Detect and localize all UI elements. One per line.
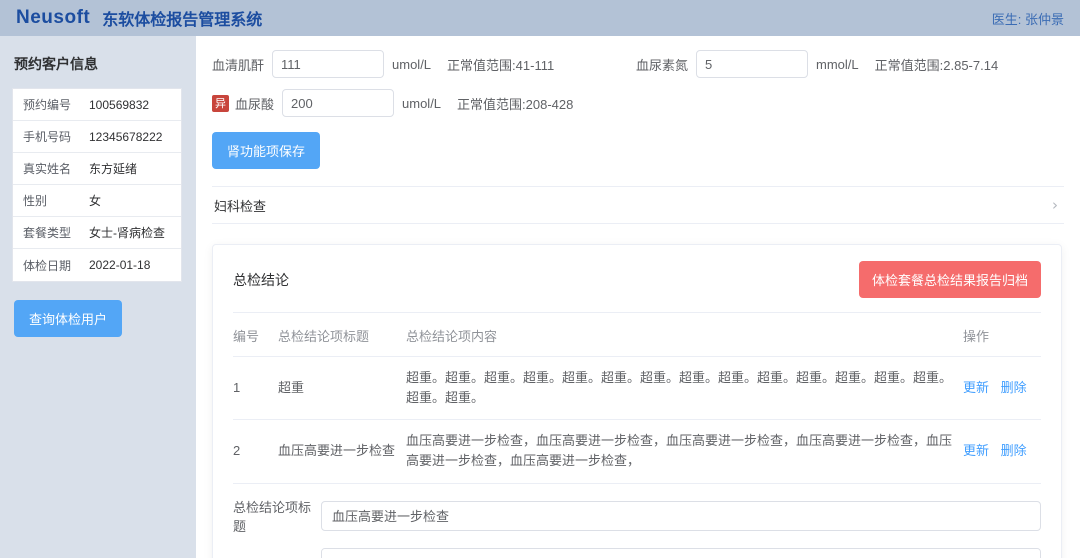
- cell-title: 超重: [278, 357, 406, 420]
- doctor-label: 医生: 张仲景: [992, 9, 1064, 28]
- field-label: 血清肌酐: [212, 55, 264, 74]
- conclusion-panel-title: 总检结论: [233, 270, 289, 290]
- info-row-package: 套餐类型 女士-肾病检查: [13, 217, 181, 249]
- page-layout: 预约客户信息 预约编号 100569832 手机号码 12345678222 真…: [0, 36, 1080, 558]
- archive-report-button[interactable]: 体检套餐总检结果报告归档: [859, 261, 1041, 298]
- brand-logo: Neusoft: [16, 7, 90, 29]
- cell-actions: 更新 删除: [963, 420, 1041, 483]
- conclusion-content-form-row: 总检结论项内容 血压高要进一步检查，血压高要进一步检查，血压高要进一步检查，血压…: [233, 548, 1041, 558]
- column-header-no: 编号: [233, 313, 278, 357]
- conclusion-content-textarea[interactable]: 血压高要进一步检查，血压高要进一步检查，血压高要进一步检查，血压高要进一步检查，…: [321, 548, 1041, 558]
- conclusion-table-header-row: 编号 总检结论项标题 总检结论项内容 操作: [233, 313, 1041, 357]
- info-row-booking-no: 预约编号 100569832: [13, 89, 181, 121]
- field-label: 血尿素氮: [636, 55, 688, 74]
- kidney-field-row-2: 异 血尿酸 umol/L 正常值范围:208-428: [212, 89, 1064, 117]
- conclusion-panel-header: 总检结论 体检套餐总检结果报告归档: [233, 261, 1041, 313]
- info-row-name: 真实姓名 东方延绪: [13, 153, 181, 185]
- kidney-field-row-1: 血清肌酐 umol/L 正常值范围:41-111 血尿素氮 mmol/L 正常值…: [212, 50, 1064, 78]
- update-link[interactable]: 更新: [963, 380, 989, 395]
- gynecology-section-title: 妇科检查: [214, 196, 266, 215]
- info-label: 体检日期: [23, 257, 89, 274]
- info-label: 预约编号: [23, 96, 89, 113]
- app-title: 东软体检报告管理系统: [102, 6, 262, 30]
- delete-link[interactable]: 删除: [1001, 380, 1027, 395]
- info-value: 100569832: [89, 98, 149, 112]
- info-row-gender: 性别 女: [13, 185, 181, 217]
- info-value: 女士-肾病检查: [89, 224, 165, 241]
- cell-title: 血压高要进一步检查: [278, 420, 406, 483]
- field-normal-range: 正常值范围:208-428: [457, 94, 573, 113]
- conclusion-table: 编号 总检结论项标题 总检结论项内容 操作 1 超重 超重。超重。超重。超重。超…: [233, 313, 1041, 484]
- conclusion-title-label: 总检结论项标题: [233, 497, 321, 535]
- info-value: 2022-01-18: [89, 258, 150, 272]
- field-unit: mmol/L: [816, 57, 859, 72]
- field-blood-uric-acid: 异 血尿酸 umol/L 正常值范围:208-428: [212, 89, 573, 117]
- column-header-actions: 操作: [963, 313, 1041, 357]
- cell-content: 血压高要进一步检查，血压高要进一步检查，血压高要进一步检查，血压高要进一步检查，…: [406, 420, 963, 483]
- field-blood-urea-nitrogen: 血尿素氮 mmol/L 正常值范围:2.85-7.14: [636, 50, 998, 78]
- info-row-phone: 手机号码 12345678222: [13, 121, 181, 153]
- info-row-exam-date: 体检日期 2022-01-18: [13, 249, 181, 281]
- field-label: 血尿酸: [235, 94, 274, 113]
- abnormal-badge-icon: 异: [212, 95, 229, 112]
- info-label: 真实姓名: [23, 160, 89, 177]
- field-unit: umol/L: [392, 57, 431, 72]
- conclusion-content-label: 总检结论项内容: [233, 548, 321, 558]
- info-value: 女: [89, 192, 101, 209]
- cell-content: 超重。超重。超重。超重。超重。超重。超重。超重。超重。超重。超重。超重。超重。超…: [406, 357, 963, 420]
- info-label: 套餐类型: [23, 224, 89, 241]
- delete-link[interactable]: 删除: [1001, 443, 1027, 458]
- customer-info-table: 预约编号 100569832 手机号码 12345678222 真实姓名 东方延…: [12, 88, 182, 282]
- cell-no: 2: [233, 420, 278, 483]
- field-serum-creatinine: 血清肌酐 umol/L 正常值范围:41-111: [212, 50, 636, 78]
- info-label: 性别: [23, 192, 89, 209]
- column-header-content: 总检结论项内容: [406, 313, 963, 357]
- query-exam-user-button[interactable]: 查询体检用户: [14, 300, 122, 337]
- blood-uric-acid-input[interactable]: [282, 89, 394, 117]
- serum-creatinine-input[interactable]: [272, 50, 384, 78]
- table-row: 2 血压高要进一步检查 血压高要进一步检查，血压高要进一步检查，血压高要进一步检…: [233, 420, 1041, 483]
- table-row: 1 超重 超重。超重。超重。超重。超重。超重。超重。超重。超重。超重。超重。超重…: [233, 357, 1041, 420]
- cell-no: 1: [233, 357, 278, 420]
- info-value: 东方延绪: [89, 160, 137, 177]
- chevron-right-icon: ›: [1052, 196, 1058, 214]
- blood-urea-nitrogen-input[interactable]: [696, 50, 808, 78]
- field-normal-range: 正常值范围:41-111: [447, 55, 554, 74]
- update-link[interactable]: 更新: [963, 443, 989, 458]
- info-label: 手机号码: [23, 128, 89, 145]
- field-normal-range: 正常值范围:2.85-7.14: [875, 55, 999, 74]
- main-content: 血清肌酐 umol/L 正常值范围:41-111 血尿素氮 mmol/L 正常值…: [196, 36, 1080, 558]
- sidebar: 预约客户信息 预约编号 100569832 手机号码 12345678222 真…: [0, 36, 196, 558]
- conclusion-title-form-row: 总检结论项标题: [233, 497, 1041, 535]
- conclusion-title-input[interactable]: [321, 501, 1041, 531]
- cell-actions: 更新 删除: [963, 357, 1041, 420]
- gynecology-collapse-row[interactable]: 妇科检查 ›: [212, 186, 1064, 224]
- field-unit: umol/L: [402, 96, 441, 111]
- top-bar: Neusoft 东软体检报告管理系统 医生: 张仲景: [0, 0, 1080, 36]
- column-header-title: 总检结论项标题: [278, 313, 406, 357]
- info-value: 12345678222: [89, 130, 162, 144]
- conclusion-panel: 总检结论 体检套餐总检结果报告归档 编号 总检结论项标题 总检结论项内容 操作 …: [212, 244, 1062, 558]
- brand-wrap: Neusoft 东软体检报告管理系统: [16, 6, 262, 30]
- kidney-save-button[interactable]: 肾功能项保存: [212, 132, 320, 169]
- sidebar-title: 预约客户信息: [14, 54, 184, 74]
